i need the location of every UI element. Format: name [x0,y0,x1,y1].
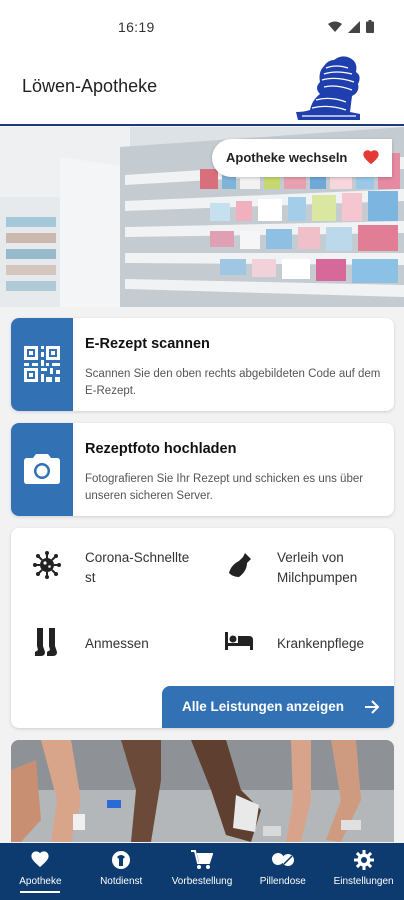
nav-item-emergency[interactable]: Notdienst [81,843,162,900]
nav-item-pillbox[interactable]: Pillendose [242,843,323,900]
nav-label: Notdienst [100,876,143,887]
card-icon-box [11,318,73,411]
emergency-icon [112,851,131,869]
service-label-line-2: Milchpumpen [277,570,358,585]
card-description: Fotografieren Sie Ihr Rezept und schicke… [85,473,364,502]
service-label-line-2: st [85,570,96,585]
service-label: Corona-Schnellte st [85,548,215,588]
all-services-label: Alle Leistungen anzeigen [182,699,345,714]
card-title: Rezeptfoto hochladen [85,441,237,457]
card-description: Scannen Sie den oben rechts abgebildeten… [85,368,381,397]
service-label-line-1: Corona-Schnellte [85,550,190,565]
app-header: Löwen-Apotheke [0,54,404,126]
service-label: Anmessen [85,636,149,651]
e-prescription-scan-card[interactable]: E-Rezept scannen Scannen Sie den oben re… [11,318,394,411]
status-bar: 16:19 [0,0,404,54]
switch-pharmacy-label: Apotheke wechseln [226,150,348,165]
services-panel: Corona-Schnellte st Verleih von Milchpum… [11,528,394,728]
active-indicator [20,891,61,893]
heart-icon [363,150,379,165]
lion-logo [296,56,360,120]
stockings-icon [35,628,57,656]
wifi-icon [328,21,342,32]
runners-promo-image [11,740,394,842]
nav-item-settings[interactable]: Einstellungen [323,843,404,900]
card-icon-box [11,423,73,516]
page-title: Löwen-Apotheke [22,76,158,96]
nav-item-pharmacy[interactable]: Apotheke [0,843,81,900]
service-label: Krankenpflege [277,636,365,651]
bottom-navigation: Apotheke Notdienst Vorbestellung Pillend… [0,843,404,900]
bed-icon [225,632,253,650]
status-icons [328,20,374,33]
pills-icon [271,853,294,866]
service-nursing-care[interactable]: Krankenpflege [225,630,385,660]
status-time: 16:19 [118,19,155,35]
nav-item-preorder[interactable]: Vorbestellung [162,843,243,900]
battery-icon [366,20,374,33]
prescription-photo-upload-card[interactable]: Rezeptfoto hochladen Fotografieren Sie I… [11,423,394,516]
service-corona-test[interactable]: Corona-Schnellte st [33,548,213,592]
card-title: E-Rezept scannen [85,336,210,352]
switch-pharmacy-button[interactable]: Apotheke wechseln [212,139,392,177]
service-measuring[interactable]: Anmessen [33,628,213,660]
runners-illustration [11,740,394,842]
virus-icon [33,551,61,579]
nav-label: Vorbestellung [171,876,233,887]
service-label: Verleih von Milchpumpen [277,548,394,588]
milk-pump-icon [229,553,251,577]
service-milk-pump-rental[interactable]: Verleih von Milchpumpen [225,548,385,592]
arrow-right-icon [365,700,380,714]
nav-label: Apotheke [19,876,62,887]
pharmacy-hero-image: Apotheke wechseln [0,127,404,307]
nav-label: Einstellungen [333,876,394,887]
service-label-line-1: Verleih von [277,550,344,565]
cart-icon [190,850,213,869]
gear-icon [353,850,374,870]
signal-icon [348,20,360,33]
nav-label: Pillendose [259,876,306,887]
camera-icon [24,454,60,484]
heart-icon [31,851,49,868]
all-services-button[interactable]: Alle Leistungen anzeigen [162,686,394,728]
qr-code-icon [24,346,60,382]
